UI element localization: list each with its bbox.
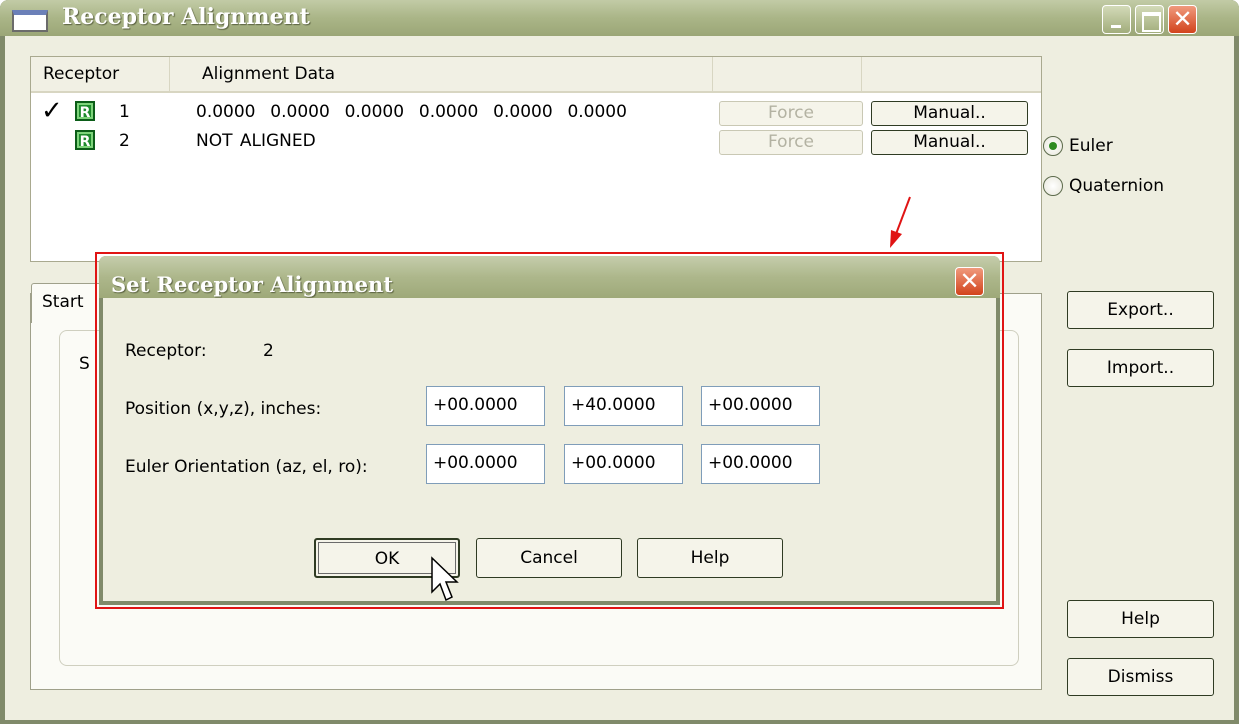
receptor-value: 2 <box>263 341 274 361</box>
dialog-titlebar[interactable]: Set Receptor Alignment ✕ <box>99 256 1000 298</box>
orientation-label: Euler Orientation (az, el, ro): <box>125 457 368 477</box>
position-y-input[interactable]: +40.0000 <box>564 386 683 426</box>
position-x-input[interactable]: +00.0000 <box>426 386 545 426</box>
position-label: Position (x,y,z), inches: <box>125 399 322 419</box>
dialog-title: Set Receptor Alignment <box>111 272 394 297</box>
mouse-cursor-icon <box>431 556 459 602</box>
dialog-help-button[interactable]: Help <box>637 538 783 578</box>
close-icon: ✕ <box>959 267 980 295</box>
receptor-label: Receptor: <box>125 341 207 361</box>
orientation-az-input[interactable]: +00.0000 <box>426 444 545 484</box>
dialog-close-button[interactable]: ✕ <box>955 267 984 296</box>
position-z-input[interactable]: +00.0000 <box>701 386 820 426</box>
orientation-el-input[interactable]: +00.0000 <box>564 444 683 484</box>
orientation-ro-input[interactable]: +00.0000 <box>701 444 820 484</box>
cancel-button[interactable]: Cancel <box>476 538 622 578</box>
